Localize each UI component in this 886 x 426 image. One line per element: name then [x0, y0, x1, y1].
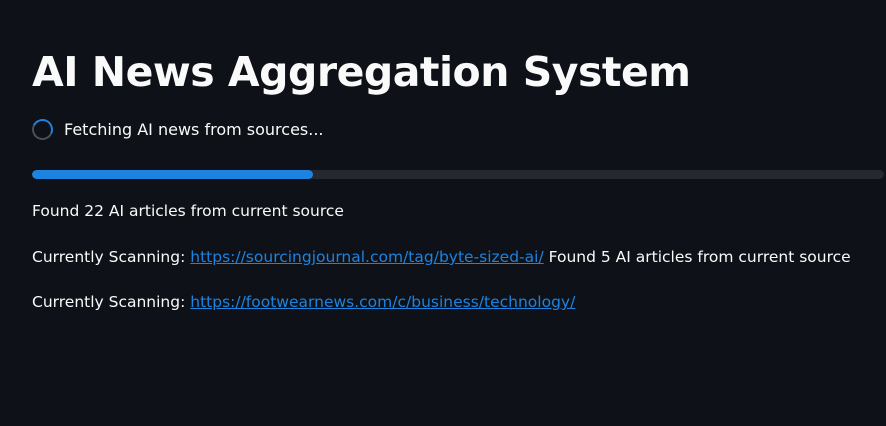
scanning-prefix: Currently Scanning:: [32, 293, 191, 311]
log-line-scanning-sourcingjournal: Currently Scanning: https://sourcingjour…: [32, 246, 851, 268]
loading-spinner-icon: [29, 115, 56, 143]
progress-bar: [32, 170, 884, 179]
main-content: AI News Aggregation System Fetching AI n…: [29, 0, 884, 426]
scanning-result-text: Found 5 AI articles from current source: [543, 248, 851, 266]
page-title: AI News Aggregation System: [32, 48, 691, 96]
scanning-prefix: Currently Scanning:: [32, 248, 191, 266]
log-line-found-22: Found 22 AI articles from current source: [32, 200, 344, 222]
log-line-scanning-footwearnews: Currently Scanning: https://footwearnews…: [32, 291, 575, 313]
source-link-footwearnews[interactable]: https://footwearnews.com/c/business/tech…: [190, 293, 575, 311]
source-link-sourcingjournal[interactable]: https://sourcingjournal.com/tag/byte-siz…: [190, 248, 543, 266]
status-text: Fetching AI news from sources...: [64, 119, 324, 139]
status-row: Fetching AI news from sources...: [29, 115, 324, 143]
progress-bar-fill: [32, 170, 314, 179]
log-text: Found 22 AI articles from current source: [32, 202, 344, 220]
